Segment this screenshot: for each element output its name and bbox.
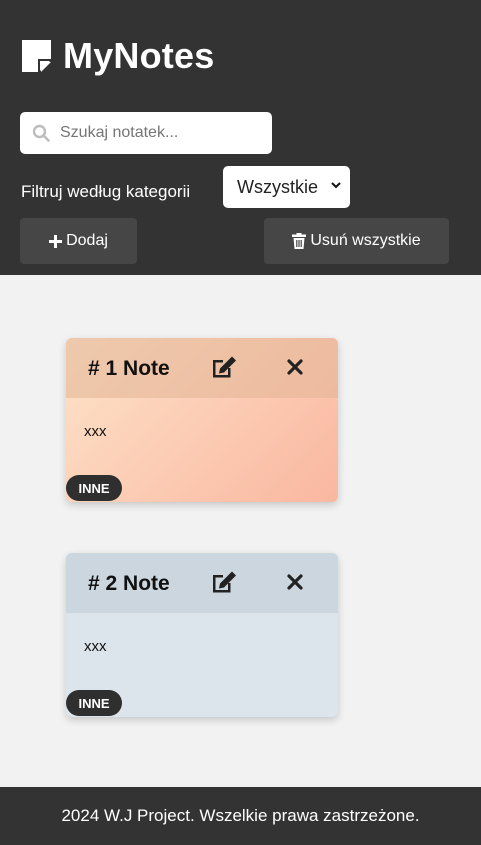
note-title: # 1 Note xyxy=(88,357,170,380)
app-footer: 2024 W.J Project. Wszelkie prawa zastrze… xyxy=(0,787,481,845)
search-input[interactable] xyxy=(60,124,260,142)
note-card-header: # 1 Note xyxy=(66,338,338,398)
search-box[interactable] xyxy=(20,112,272,154)
edit-icon[interactable] xyxy=(210,570,238,595)
note-category-badge: INNE xyxy=(66,690,122,716)
close-icon[interactable] xyxy=(286,573,304,591)
note-category-badge: INNE xyxy=(66,475,122,501)
app-logo: MyNotes xyxy=(20,35,214,77)
plus-icon xyxy=(49,234,63,248)
filter-label: Filtruj według kategorii xyxy=(21,182,191,201)
delete-all-label: Usuń wszystkie xyxy=(310,232,421,249)
category-filter-select[interactable]: Wszystkie xyxy=(223,166,350,208)
delete-all-button[interactable]: Usuń wszystkie xyxy=(264,218,449,264)
edit-icon[interactable] xyxy=(210,355,238,380)
note-content: xxx xyxy=(84,638,107,655)
note-content: xxx xyxy=(84,423,107,440)
note-card: # 1 Note xxx INNE xyxy=(66,338,338,502)
app-header: MyNotes Filtruj według kategorii Wszystk… xyxy=(0,0,481,275)
note-card: # 2 Note xxx INNE xyxy=(66,553,338,717)
search-icon xyxy=(32,124,50,142)
trash-icon xyxy=(292,233,307,249)
filter-selected-value: Wszystkie xyxy=(237,176,318,197)
note-card-header: # 2 Note xyxy=(66,553,338,613)
footer-text: 2024 W.J Project. Wszelkie prawa zastrze… xyxy=(61,806,420,825)
add-note-button[interactable]: Dodaj xyxy=(20,218,137,264)
chevron-down-icon xyxy=(331,182,341,189)
sticky-note-icon xyxy=(22,40,51,72)
note-title: # 2 Note xyxy=(88,572,170,595)
close-icon[interactable] xyxy=(286,358,304,376)
app-title: MyNotes xyxy=(63,35,215,76)
add-note-label: Dodaj xyxy=(66,232,108,249)
